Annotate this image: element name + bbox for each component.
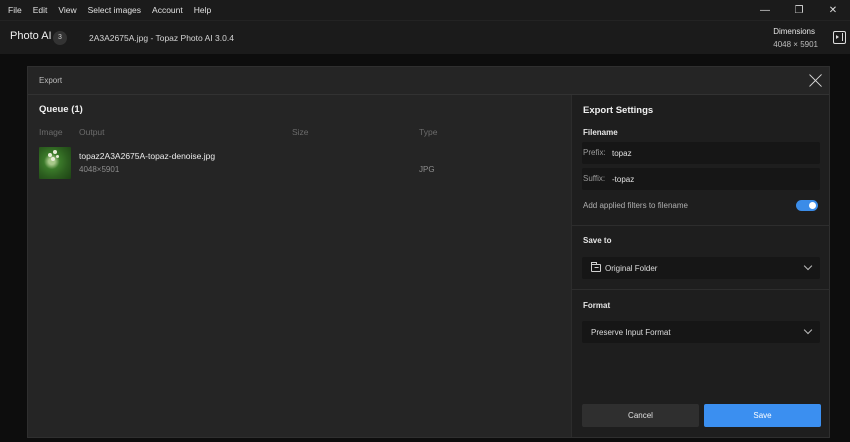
prefix-label: Prefix: xyxy=(583,148,606,157)
chevron-down-icon xyxy=(803,261,813,271)
divider xyxy=(572,225,830,226)
output-file-name: topaz2A3A2675A-topaz-denoise.jpg xyxy=(79,151,216,161)
close-icon[interactable] xyxy=(808,73,823,88)
dimensions-label: Dimensions xyxy=(773,27,815,36)
menu-file[interactable]: File xyxy=(0,0,22,20)
format-section-title: Format xyxy=(583,301,611,310)
filename-section-title: Filename xyxy=(583,128,618,137)
suffix-label: Suffix: xyxy=(583,174,606,183)
suffix-input[interactable] xyxy=(612,172,812,186)
count-badge: 3 xyxy=(53,31,67,45)
export-dialog: Export Queue (1) Image Output Size Type … xyxy=(27,66,830,438)
menu-view[interactable]: View xyxy=(47,0,76,20)
dialog-title: Export xyxy=(39,76,63,85)
title-bar: Photo AI 3 2A3A2675A.jpg - Topaz Photo A… xyxy=(0,20,850,54)
suffix-field: Suffix: xyxy=(582,168,820,190)
format-value: Preserve Input Format xyxy=(591,328,671,337)
filters-toggle[interactable] xyxy=(796,200,818,211)
cancel-button[interactable]: Cancel xyxy=(582,404,699,427)
column-header-output: Output xyxy=(79,127,105,137)
column-header-image: Image xyxy=(39,127,63,137)
output-type: JPG xyxy=(419,165,435,174)
prefix-input[interactable] xyxy=(612,146,812,160)
menu-edit[interactable]: Edit xyxy=(22,0,48,20)
chevron-down-icon xyxy=(803,325,813,335)
column-header-type: Type xyxy=(419,127,438,137)
menu-bar: File Edit View Select images Account Hel… xyxy=(0,0,850,20)
save-to-select[interactable]: Original Folder xyxy=(582,257,820,279)
format-select[interactable]: Preserve Input Format xyxy=(582,321,820,343)
menu-select-images[interactable]: Select images xyxy=(77,0,141,20)
prefix-field: Prefix: xyxy=(582,142,820,164)
dimensions-value: 4048 × 5901 xyxy=(773,40,818,49)
image-thumbnail xyxy=(39,147,71,179)
menu-help[interactable]: Help xyxy=(183,0,211,20)
maximize-icon[interactable]: ❐ xyxy=(782,0,816,20)
filters-toggle-label: Add applied filters to filename xyxy=(583,201,688,210)
save-to-section-title: Save to xyxy=(583,236,612,245)
panel-toggle-icon[interactable] xyxy=(833,31,846,44)
save-button[interactable]: Save xyxy=(704,404,821,427)
dialog-header: Export xyxy=(28,67,829,95)
export-settings-title: Export Settings xyxy=(583,105,654,116)
minimize-icon[interactable]: — xyxy=(748,0,782,20)
file-title: 2A3A2675A.jpg - Topaz Photo AI 3.0.4 xyxy=(89,33,234,43)
export-settings-panel: Export Settings Filename Prefix: Suffix:… xyxy=(571,95,830,437)
folder-icon xyxy=(591,262,601,272)
menu-account[interactable]: Account xyxy=(141,0,183,20)
window-controls: — ❐ ✕ xyxy=(748,0,850,20)
close-window-icon[interactable]: ✕ xyxy=(816,0,850,20)
save-to-value: Original Folder xyxy=(605,264,658,273)
app-name[interactable]: Photo AI xyxy=(10,30,52,42)
divider xyxy=(572,289,830,290)
queue-title: Queue (1) xyxy=(39,104,83,115)
column-header-size: Size xyxy=(292,127,309,137)
output-dimensions: 4048×5901 xyxy=(79,165,120,174)
